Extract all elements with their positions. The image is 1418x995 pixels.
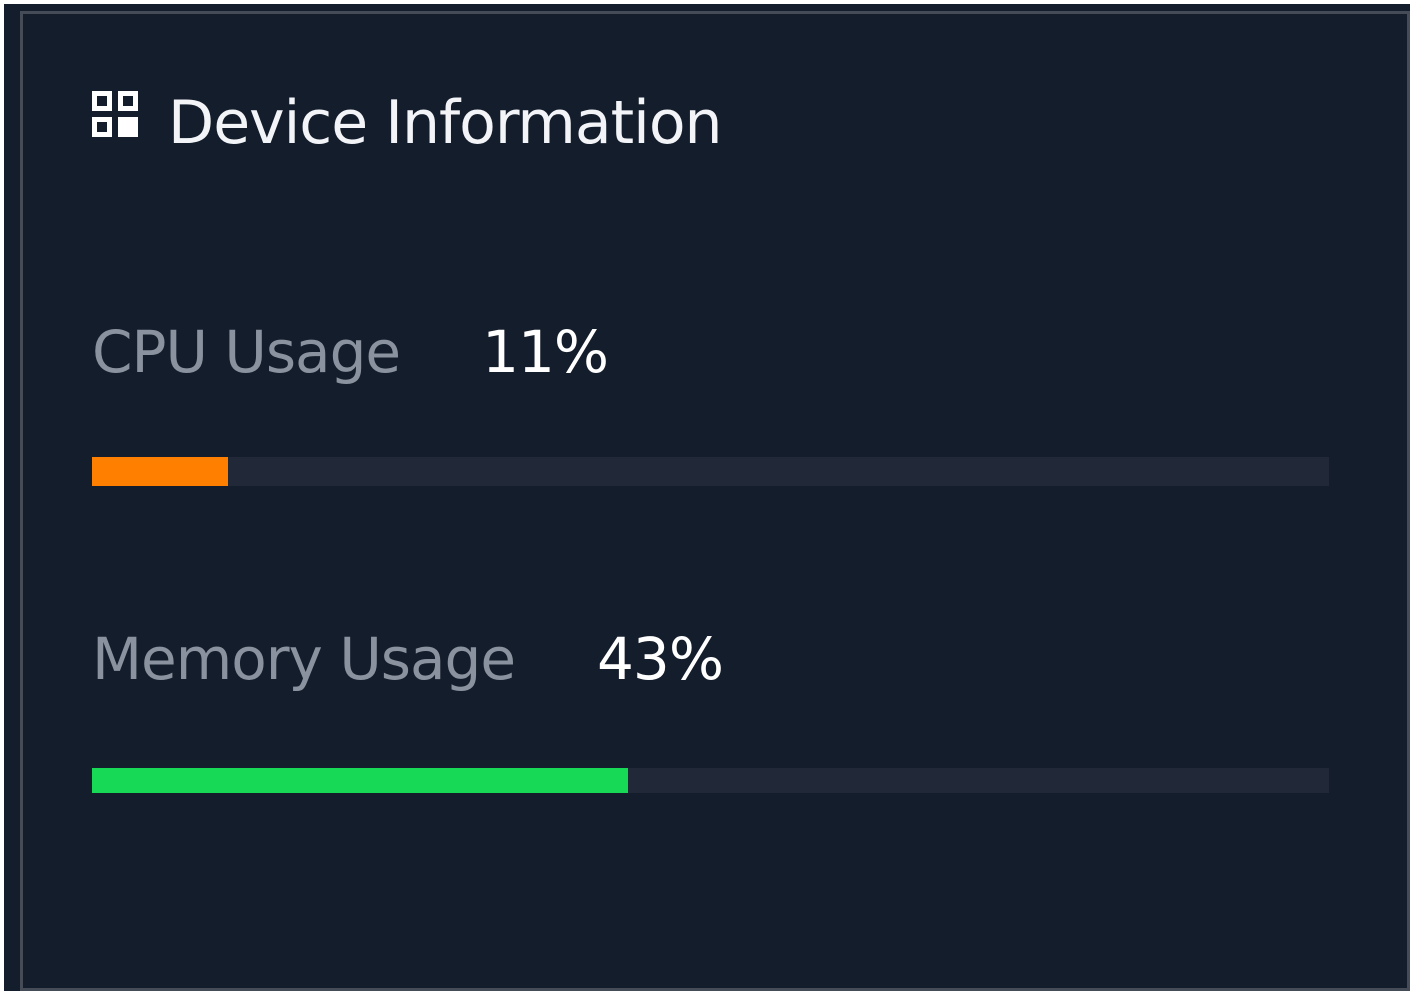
panel-header: Device Information [92, 86, 723, 160]
cpu-usage-bar [92, 457, 1329, 486]
grid-icon [92, 91, 140, 139]
grid-icon-cell-bl [92, 117, 112, 137]
cpu-usage-row: CPU Usage 11% [92, 318, 609, 386]
grid-icon-cell-tr [118, 91, 138, 111]
grid-icon-cell-tl [92, 91, 112, 111]
grid-icon-cell-br [118, 117, 138, 137]
memory-usage-bar [92, 768, 1329, 793]
memory-usage-value: 43% [597, 625, 724, 693]
panel-title: Device Information [168, 88, 723, 158]
cpu-usage-label: CPU Usage [92, 318, 401, 386]
memory-usage-label: Memory Usage [92, 625, 516, 693]
cpu-usage-bar-fill [92, 457, 229, 486]
memory-usage-bar-fill [92, 768, 628, 793]
cpu-usage-value: 11% [482, 318, 609, 386]
memory-usage-row: Memory Usage 43% [92, 625, 724, 693]
